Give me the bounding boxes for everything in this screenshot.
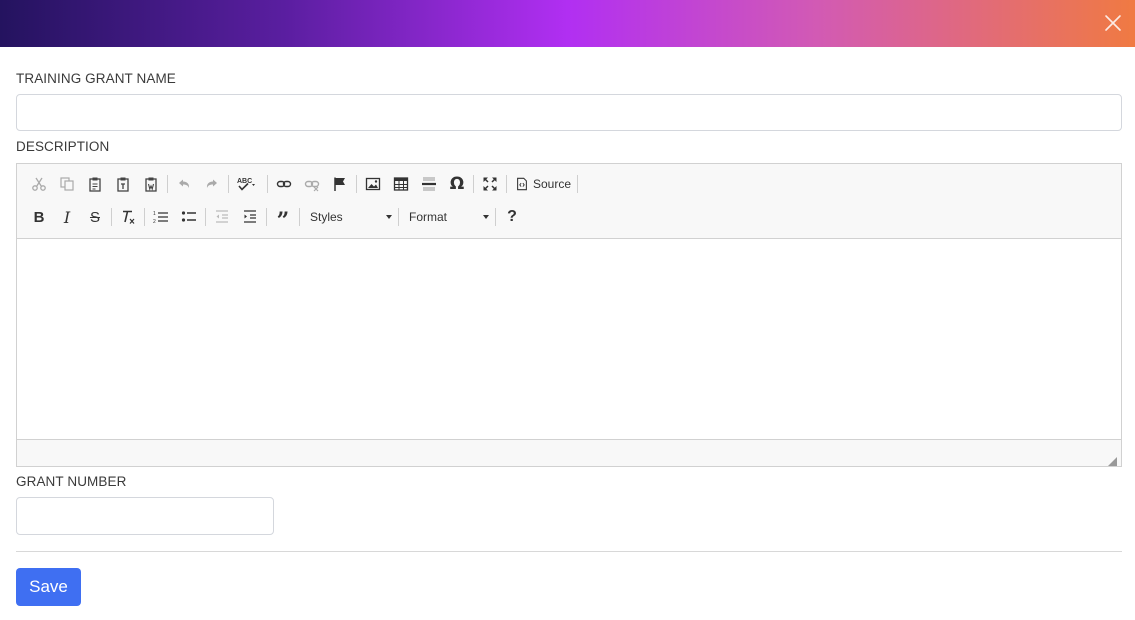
toolbar-separator xyxy=(144,208,145,226)
table-icon[interactable] xyxy=(387,172,415,196)
cut-icon[interactable] xyxy=(25,172,53,196)
toolbar-separator xyxy=(167,175,168,193)
close-icon[interactable] xyxy=(1103,13,1123,33)
toolbar-separator xyxy=(299,208,300,226)
styles-dropdown[interactable]: Styles xyxy=(302,206,396,228)
editor-toolbar: ABC Ω Source B I S 12 ” Styles Format ? xyxy=(17,164,1121,239)
horizontal-line-icon[interactable] xyxy=(415,172,443,196)
bulleted-list-icon[interactable] xyxy=(175,205,203,229)
svg-text:1: 1 xyxy=(153,211,156,217)
toolbar-row-1: ABC Ω Source xyxy=(25,170,580,198)
toolbar-separator xyxy=(506,175,507,193)
paste-icon[interactable] xyxy=(81,172,109,196)
source-icon xyxy=(517,177,527,191)
chevron-down-icon xyxy=(483,215,489,219)
strikethrough-icon[interactable]: S xyxy=(81,205,109,229)
bold-icon[interactable]: B xyxy=(25,205,53,229)
resize-handle-icon[interactable] xyxy=(1108,453,1117,466)
anchor-flag-icon[interactable] xyxy=(326,172,354,196)
save-button[interactable]: Save xyxy=(16,568,81,606)
unlink-icon[interactable] xyxy=(298,172,326,196)
toolbar-separator xyxy=(473,175,474,193)
chevron-down-icon xyxy=(386,215,392,219)
modal-header xyxy=(0,0,1135,47)
toolbar-separator xyxy=(577,175,578,193)
toolbar-separator xyxy=(111,208,112,226)
toolbar-separator xyxy=(266,208,267,226)
format-dropdown[interactable]: Format xyxy=(401,206,493,228)
toolbar-separator xyxy=(267,175,268,193)
toolbar-row-2: B I S 12 ” Styles Format ? xyxy=(25,203,526,233)
grant-number-label: GRANT NUMBER xyxy=(16,474,127,489)
paste-text-icon[interactable] xyxy=(109,172,137,196)
special-character-icon[interactable]: Ω xyxy=(443,172,471,196)
remove-format-icon[interactable] xyxy=(114,205,142,229)
toolbar-separator xyxy=(398,208,399,226)
toolbar-separator xyxy=(205,208,206,226)
svg-text:2: 2 xyxy=(153,219,156,225)
italic-icon[interactable]: I xyxy=(53,205,81,229)
link-icon[interactable] xyxy=(270,172,298,196)
redo-icon[interactable] xyxy=(198,172,226,196)
numbered-list-icon[interactable]: 12 xyxy=(147,205,175,229)
paste-word-icon[interactable] xyxy=(137,172,165,196)
training-grant-name-label: TRAINING GRANT NAME xyxy=(16,71,176,86)
source-label: Source xyxy=(533,177,572,191)
toolbar-separator xyxy=(495,208,496,226)
training-grant-name-input[interactable] xyxy=(16,94,1122,131)
image-icon[interactable] xyxy=(359,172,387,196)
editor-content-area[interactable] xyxy=(17,239,1121,440)
description-label: DESCRIPTION xyxy=(16,139,110,154)
rich-text-editor: ABC Ω Source B I S 12 ” Styles Format ? xyxy=(16,163,1122,467)
toolbar-separator xyxy=(228,175,229,193)
source-button[interactable]: Source xyxy=(509,172,575,196)
spellcheck-icon[interactable]: ABC xyxy=(231,172,265,196)
styles-label: Styles xyxy=(310,210,343,224)
form-divider xyxy=(16,551,1122,552)
undo-icon[interactable] xyxy=(170,172,198,196)
copy-icon[interactable] xyxy=(53,172,81,196)
help-icon[interactable]: ? xyxy=(498,205,526,229)
outdent-icon[interactable] xyxy=(208,205,236,229)
toolbar-separator xyxy=(356,175,357,193)
format-label: Format xyxy=(409,210,448,224)
maximize-icon[interactable] xyxy=(476,172,504,196)
grant-number-input[interactable] xyxy=(16,497,274,535)
indent-icon[interactable] xyxy=(236,205,264,229)
svg-text:ABC: ABC xyxy=(237,178,252,185)
blockquote-icon[interactable]: ” xyxy=(269,205,297,232)
